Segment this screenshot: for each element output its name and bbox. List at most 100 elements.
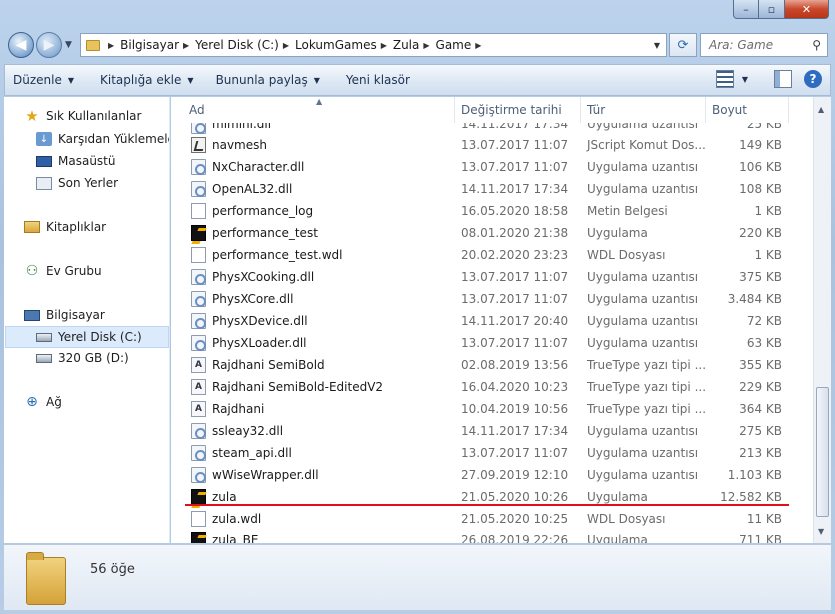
forward-button[interactable]: ▶ (36, 32, 62, 58)
table-row[interactable]: wWiseWrapper.dll 27.09.2019 12:10 Uygula… (171, 464, 813, 486)
column-headers: ▲ Ad Değiştirme tarihi Tür Boyut (171, 97, 813, 123)
column-divider[interactable] (705, 97, 706, 123)
desktop-icon (36, 155, 52, 167)
scroll-down-icon[interactable]: ▼ (818, 527, 824, 536)
table-row[interactable]: ssleay32.dll 14.11.2017 17:34 Uygulama u… (171, 420, 813, 442)
nav-network[interactable]: ⊕ Ağ (24, 394, 62, 410)
nav-desktop[interactable]: Masaüstü (36, 154, 115, 168)
nav-recent-places[interactable]: Son Yerler (36, 176, 118, 190)
organize-menu[interactable]: Düzenle ▼ (5, 73, 82, 87)
nav-homegroup[interactable]: ⚇ Ev Grubu (24, 263, 102, 279)
table-row[interactable]: navmesh 13.07.2017 11:07 JScript Komut D… (171, 134, 813, 156)
column-size[interactable]: Boyut (712, 103, 747, 117)
file-date: 14.11.2017 17:34 (461, 424, 569, 438)
breadcrumb-bilgisayar[interactable]: Bilgisayar ▶ (120, 38, 195, 52)
hard-drive-icon (36, 353, 52, 363)
preview-pane-icon[interactable] (774, 70, 792, 88)
file-name: navmesh (212, 138, 267, 152)
column-name[interactable]: Ad (189, 103, 205, 117)
nav-favorites[interactable]: ★ Sık Kullanılanlar (24, 107, 142, 125)
table-row[interactable]: PhysXCore.dll 13.07.2017 11:07 Uygulama … (171, 288, 813, 310)
item-count: 56 öğe (90, 562, 135, 577)
file-type: Uygulama uzantısı (587, 424, 699, 438)
breadcrumb-yerel-disk[interactable]: Yerel Disk (C:) ▶ (195, 38, 295, 52)
file-name: performance_log (212, 204, 314, 218)
include-in-library-menu[interactable]: Kitaplığa ekle ▼ (92, 73, 202, 87)
breadcrumb-root-arrow[interactable]: ▶ (104, 41, 120, 50)
view-options-dropdown[interactable]: ▼ (742, 75, 748, 84)
app-icon (191, 225, 206, 241)
nav-libraries[interactable]: Kitaplıklar (24, 220, 106, 234)
recent-pages-dropdown[interactable]: ▼ (65, 40, 72, 50)
table-row[interactable]: PhysXLoader.dll 13.07.2017 11:07 Uygulam… (171, 332, 813, 354)
help-icon[interactable]: ? (804, 70, 822, 88)
file-type: WDL Dosyası (587, 248, 666, 262)
table-row[interactable]: mimini.dll 14.11.2017 17:34 Uygulama uza… (171, 123, 813, 134)
file-size: 149 KB (739, 138, 782, 152)
file-size: 63 KB (746, 336, 782, 350)
share-with-menu[interactable]: Bununla paylaş ▼ (208, 73, 328, 87)
scroll-up-icon[interactable]: ▲ (818, 105, 824, 114)
nav-label: Karşıdan Yüklemeler (58, 132, 170, 146)
close-button[interactable]: ✕ (785, 0, 829, 19)
nav-drive-c[interactable]: Yerel Disk (C:) (5, 326, 169, 348)
file-date: 13.07.2017 11:07 (461, 336, 569, 350)
table-row[interactable]: A Rajdhani SemiBold 02.08.2019 13:56 Tru… (171, 354, 813, 376)
nav-label: Sık Kullanılanlar (46, 109, 142, 123)
table-row[interactable]: performance_test 08.01.2020 21:38 Uygula… (171, 222, 813, 244)
address-bar[interactable]: ▶ Bilgisayar ▶ Yerel Disk (C:) ▶ LokumGame… (80, 33, 667, 57)
table-row[interactable]: NxCharacter.dll 13.07.2017 11:07 Uygulam… (171, 156, 813, 178)
column-divider[interactable] (788, 97, 789, 123)
column-date[interactable]: Değiştirme tarihi (461, 103, 562, 117)
caret-down-icon: ▼ (313, 75, 320, 85)
downloads-icon: ↓ (36, 132, 52, 146)
table-row[interactable]: zula.wdl 21.05.2020 10:25 WDL Dosyası 11… (171, 508, 813, 530)
table-row[interactable]: PhysXDevice.dll 14.11.2017 20:40 Uygulam… (171, 310, 813, 332)
change-view-icon[interactable] (715, 70, 734, 88)
column-divider[interactable] (580, 97, 581, 123)
window-controls: – ▫ ✕ (733, 0, 829, 19)
table-row[interactable]: PhysXCooking.dll 13.07.2017 11:07 Uygula… (171, 266, 813, 288)
text-file-icon (191, 203, 206, 219)
nav-downloads[interactable]: ↓ Karşıdan Yüklemeler (36, 132, 170, 146)
jscript-icon (191, 137, 206, 153)
search-icon: ⚲ (812, 38, 821, 52)
font-icon: A (191, 357, 206, 373)
back-button[interactable]: ◀ (8, 32, 34, 58)
breadcrumb-lokumgames[interactable]: LokumGames ▶ (295, 38, 393, 52)
file-date: 26.08.2019 22:26 (461, 533, 569, 543)
breadcrumb-game[interactable]: Game ▶ (436, 38, 488, 52)
maximize-button[interactable]: ▫ (759, 0, 785, 19)
column-type[interactable]: Tür (587, 103, 605, 117)
nav-computer[interactable]: Bilgisayar (24, 308, 105, 322)
table-row[interactable]: steam_api.dll 13.07.2017 11:07 Uygulama … (171, 442, 813, 464)
nav-label: Bilgisayar (46, 308, 105, 322)
nav-drive-d[interactable]: 320 GB (D:) (36, 351, 129, 365)
table-row[interactable]: zula_BE 26.08.2019 22:26 Uygulama 711 KB (171, 529, 813, 543)
app-icon (191, 489, 206, 505)
scrollbar-thumb[interactable] (816, 387, 829, 517)
file-date: 13.07.2017 11:07 (461, 446, 569, 460)
breadcrumb-zula[interactable]: Zula ▶ (393, 38, 436, 52)
table-row[interactable]: A Rajdhani 10.04.2019 10:56 TrueType yaz… (171, 398, 813, 420)
table-row[interactable]: OpenAL32.dll 14.11.2017 17:34 Uygulama u… (171, 178, 813, 200)
minimize-button[interactable]: – (733, 0, 759, 19)
refresh-button[interactable]: ⟳ (669, 33, 697, 57)
table-row[interactable]: A Rajdhani SemiBold-EditedV2 16.04.2020 … (171, 376, 813, 398)
file-type: Uygulama uzantısı (587, 160, 699, 174)
file-name: zula_BE (212, 533, 259, 543)
file-date: 13.07.2017 11:07 (461, 292, 569, 306)
file-name: OpenAL32.dll (212, 182, 293, 196)
file-type: TrueType yazı tipi ... (587, 380, 707, 394)
search-input[interactable]: Ara: Game ⚲ (700, 33, 828, 57)
file-type: Uygulama (587, 490, 648, 504)
table-row[interactable]: performance_test.wdl 20.02.2020 23:23 WD… (171, 244, 813, 266)
blank-file-icon (191, 511, 206, 527)
address-history-dropdown[interactable]: ▼ (654, 41, 660, 50)
column-divider[interactable] (454, 97, 455, 123)
vertical-scrollbar[interactable]: ▲ ▼ (813, 97, 831, 543)
file-date: 10.04.2019 10:56 (461, 402, 569, 416)
new-folder-button[interactable]: Yeni klasör (338, 73, 418, 87)
nav-label: Ağ (46, 395, 62, 409)
table-row[interactable]: performance_log 16.05.2020 18:58 Metin B… (171, 200, 813, 222)
